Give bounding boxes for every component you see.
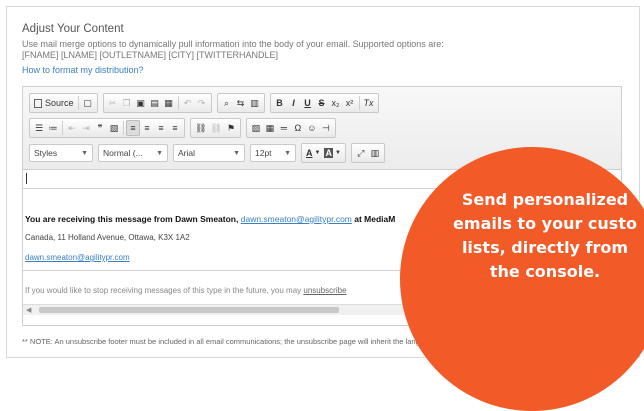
colors-group: A ▼ A ▼: [301, 143, 346, 163]
scrollbar-thumb[interactable]: [39, 307, 339, 313]
clear-format-button[interactable]: Tx: [362, 95, 376, 111]
page-break-icon[interactable]: ⊣: [319, 120, 333, 136]
superscript-button[interactable]: x²: [343, 95, 357, 111]
tools-group: ⤢ ▥: [350, 143, 385, 163]
unsubscribe-note: ** NOTE: An unsubscribe footer must be i…: [22, 337, 437, 346]
select-all-icon[interactable]: ▥: [248, 95, 262, 111]
clipboard-group: ✂ ❐ ▣ ▤ ▦ ↶ ↷: [102, 93, 212, 113]
chevron-down-icon: ▼: [284, 149, 291, 157]
blockquote-icon[interactable]: ❞: [93, 120, 107, 136]
chevron-down-icon: ▼: [233, 149, 240, 157]
promo-text: Send personalized emails to your custo l…: [415, 188, 644, 284]
undo-icon[interactable]: ↶: [181, 95, 195, 111]
sender-address: Canada, 11 Holland Avenue, Ottawa, K3X 1…: [25, 233, 190, 242]
unsubscribe-link[interactable]: unsubscribe: [303, 286, 346, 295]
maximize-icon[interactable]: ⤢: [354, 145, 368, 161]
insert-group: ▨ ▦ ═ Ω ☺ ⊣: [245, 118, 336, 138]
image-icon[interactable]: ▨: [249, 120, 263, 136]
outdent-icon[interactable]: ⇤: [65, 120, 79, 136]
replace-icon[interactable]: ⇆: [234, 95, 248, 111]
sender-message: You are receiving this message from Dawn…: [25, 214, 396, 224]
links-group: ⛓ ⛓ ⚑: [190, 118, 241, 138]
source-icon: [34, 98, 42, 108]
help-link[interactable]: How to format my distribution?: [22, 65, 144, 75]
format-dropdown[interactable]: Normal (... ▼: [98, 144, 168, 162]
scroll-left-icon[interactable]: ◀: [26, 306, 31, 314]
smiley-icon[interactable]: ☺: [305, 120, 319, 136]
paste-text-icon[interactable]: ▤: [148, 95, 162, 111]
align-left-icon[interactable]: ≡: [126, 120, 140, 136]
strike-button[interactable]: S: [315, 95, 329, 111]
link-icon[interactable]: ⛓: [193, 120, 208, 136]
numbered-list-icon[interactable]: ☰: [32, 120, 46, 136]
bold-button[interactable]: B: [273, 95, 287, 111]
redo-icon[interactable]: ↷: [195, 95, 209, 111]
sender-email-link[interactable]: dawn.smeaton@agilitypr.com: [241, 214, 352, 224]
styles-dropdown[interactable]: Styles ▼: [29, 144, 93, 162]
unsubscribe-notice: If you would like to stop receiving mess…: [25, 286, 347, 295]
find-group: ⌕ ⇆ ▥: [216, 93, 265, 113]
footer-email-link[interactable]: dawn.smeaton@agilitypr.com: [25, 253, 130, 262]
align-center-icon[interactable]: ≡: [140, 120, 154, 136]
special-char-icon[interactable]: Ω: [291, 120, 305, 136]
document-group: Source ▢: [29, 93, 98, 113]
merge-tags: [FNAME] [LNAME] [OUTLETNAME] [CITY] [TWI…: [22, 50, 279, 60]
show-blocks-icon[interactable]: ▥: [368, 145, 382, 161]
horizontal-rule-icon[interactable]: ═: [277, 120, 291, 136]
paste-word-icon[interactable]: ▦: [162, 95, 176, 111]
underline-button[interactable]: U: [301, 95, 315, 111]
align-right-icon[interactable]: ≡: [154, 120, 168, 136]
div-container-icon[interactable]: ▧: [107, 120, 121, 136]
promo-line: lists, directly from: [461, 238, 629, 257]
page-title: Adjust Your Content: [22, 23, 124, 35]
chevron-down-icon: ▼: [156, 149, 163, 157]
preview-icon[interactable]: ▢: [81, 95, 95, 111]
copy-icon[interactable]: ❐: [120, 95, 134, 111]
paragraph-group: ☰ ≔ ⇤ ⇥ ❞ ▧ ≡ ≡ ≡ ≡: [29, 118, 185, 138]
promo-line: the console.: [489, 262, 601, 281]
unlink-icon[interactable]: ⛓: [208, 120, 223, 136]
justify-icon[interactable]: ≡: [168, 120, 182, 136]
description-text: Use mail merge options to dynamically pu…: [22, 39, 444, 49]
cut-icon[interactable]: ✂: [106, 95, 120, 111]
bulleted-list-icon[interactable]: ≔: [46, 120, 60, 136]
text-color-button[interactable]: A ▼: [304, 145, 322, 161]
find-icon[interactable]: ⌕: [220, 95, 234, 111]
italic-button[interactable]: I: [287, 95, 301, 111]
font-dropdown[interactable]: Arial ▼: [173, 144, 245, 162]
description: Use mail merge options to dynamically pu…: [22, 39, 444, 61]
anchor-icon[interactable]: ⚑: [224, 120, 238, 136]
chevron-down-icon: ▼: [334, 150, 341, 156]
paste-icon[interactable]: ▣: [134, 95, 148, 111]
promo-line: emails to your custo: [453, 214, 637, 233]
chevron-down-icon: ▼: [81, 149, 88, 157]
bg-color-button[interactable]: A ▼: [322, 145, 342, 161]
subscript-button[interactable]: x₂: [329, 95, 343, 111]
chevron-down-icon: ▼: [314, 150, 321, 156]
basic-styles-group: B I U S x₂ x² Tx: [269, 93, 379, 113]
text-caret: [26, 173, 27, 184]
promo-line: Send personalized: [461, 190, 629, 209]
indent-icon[interactable]: ⇥: [79, 120, 93, 136]
table-icon[interactable]: ▦: [263, 120, 277, 136]
source-button[interactable]: Source: [32, 95, 76, 111]
font-size-dropdown[interactable]: 12pt ▼: [250, 144, 296, 162]
